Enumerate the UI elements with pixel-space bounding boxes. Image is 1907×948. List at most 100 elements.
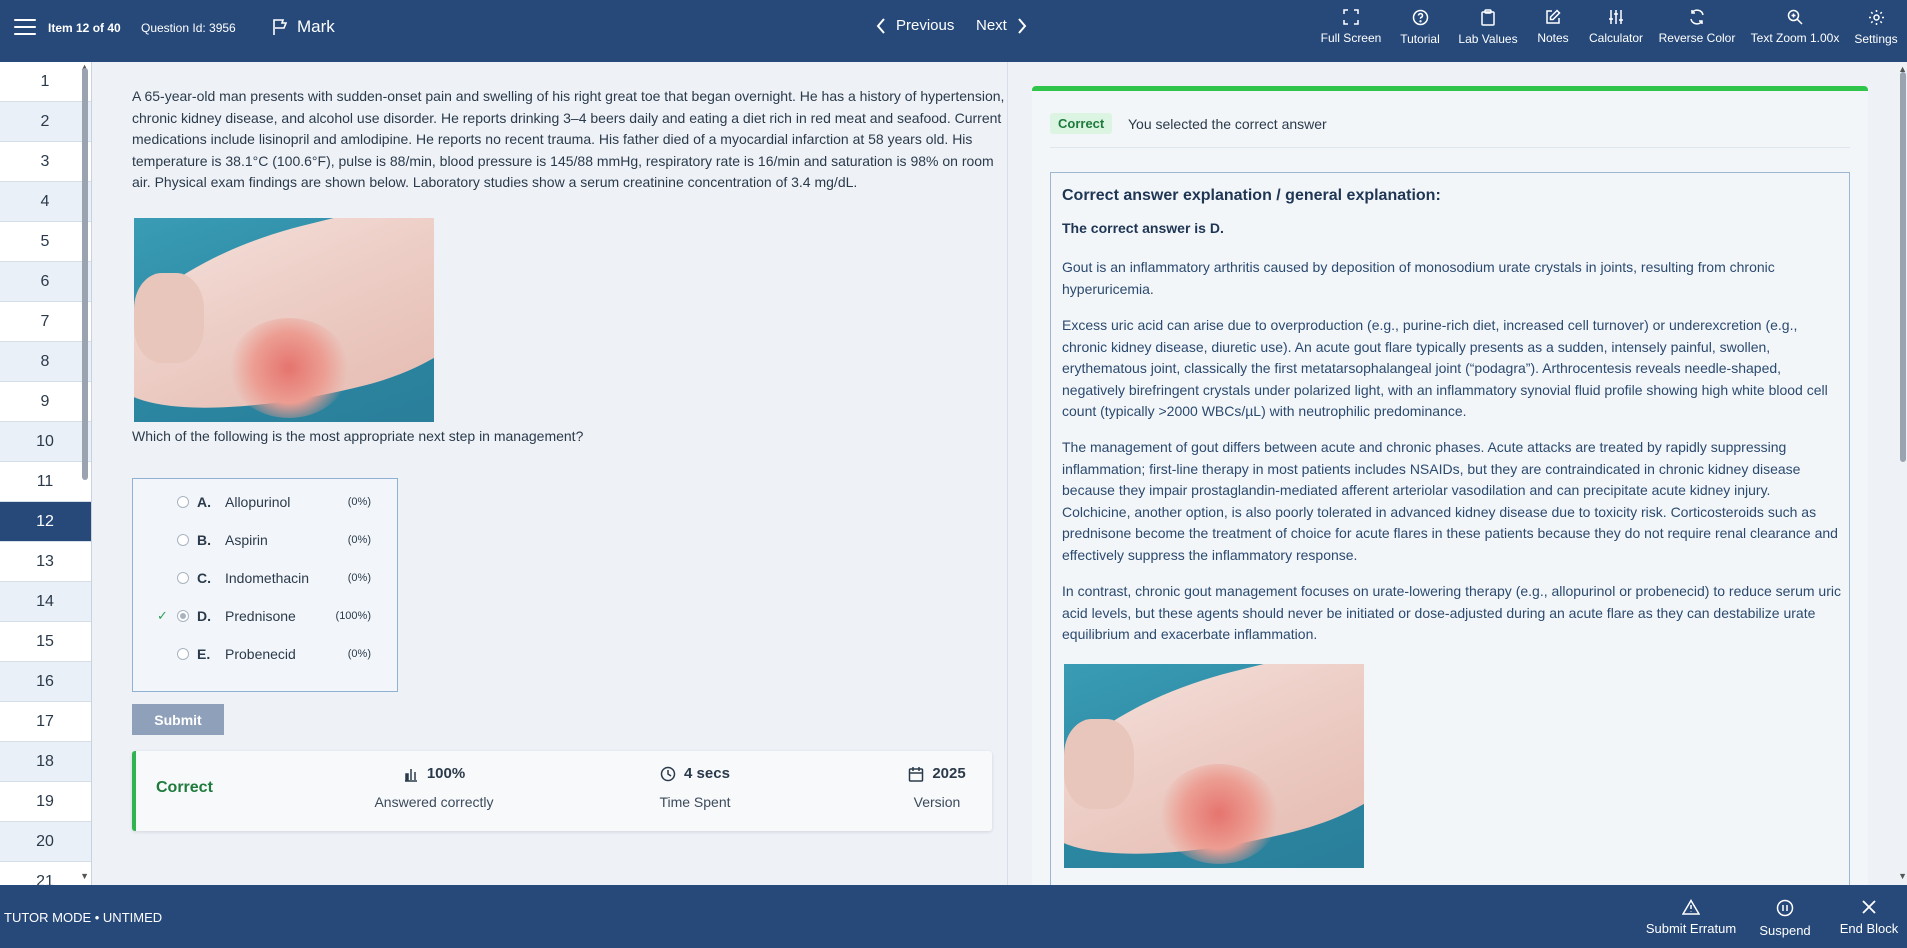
question-stem: A 65-year-old man presents with sudden-o… bbox=[132, 88, 1005, 190]
fullscreen-button[interactable]: Full Screen bbox=[1315, 0, 1387, 62]
reverse-color-button[interactable]: Reverse Color bbox=[1649, 0, 1745, 62]
tool-label: Text Zoom 1.00x bbox=[1750, 31, 1840, 45]
gear-icon bbox=[1868, 10, 1884, 25]
sidebar-item-question[interactable]: 12 bbox=[0, 502, 91, 542]
next-label: Next bbox=[976, 17, 1007, 34]
choice-letter: C. bbox=[197, 570, 211, 586]
question-navigator: 1 2 3 4 5 6 7 8 9 10 11 12 13 14 15 16 17 18 19 20 21 ▲ ▼ bbox=[0, 62, 92, 885]
correct-message: You selected the correct answer bbox=[1128, 116, 1327, 132]
correct-badge: Correct bbox=[1050, 113, 1113, 134]
choice-percentage: (0%) bbox=[347, 534, 371, 546]
sidebar-item-question[interactable]: 21 bbox=[0, 862, 91, 885]
sidebar-item-question[interactable]: 8 bbox=[0, 342, 91, 382]
submit-erratum-button[interactable]: Submit Erratum bbox=[1643, 885, 1739, 948]
submit-button[interactable]: Submit bbox=[132, 704, 224, 735]
sidebar-item-question[interactable]: 9 bbox=[0, 382, 91, 422]
explanation-card: Correct You selected the correct answer … bbox=[1032, 86, 1868, 885]
choice-letter: A. bbox=[197, 494, 211, 510]
text-zoom-button[interactable]: Text Zoom 1.00x bbox=[1745, 0, 1845, 62]
suspend-button[interactable]: Suspend bbox=[1739, 885, 1831, 948]
explanation-scrollbar[interactable] bbox=[1900, 72, 1906, 462]
next-button[interactable]: Next bbox=[976, 17, 1027, 34]
explanation-box: Correct answer explanation / general exp… bbox=[1050, 172, 1850, 885]
stat-value: 4 secs bbox=[684, 765, 730, 782]
answer-choice[interactable]: A. Allopurinol (0%) bbox=[133, 487, 399, 517]
stat-time-spent: 4 secs Time Spent bbox=[640, 765, 750, 810]
sidebar-item-question[interactable]: 13 bbox=[0, 542, 91, 582]
lab-values-button[interactable]: Lab Values bbox=[1453, 0, 1523, 62]
explanation-paragraph: The management of gout differs between a… bbox=[1062, 439, 1838, 563]
sidebar-item-question[interactable]: 19 bbox=[0, 782, 91, 822]
mark-button[interactable]: Mark bbox=[271, 17, 335, 37]
tool-label: Lab Values bbox=[1458, 32, 1518, 46]
tool-label: Full Screen bbox=[1320, 31, 1382, 45]
item-counter: Item 12 of 40 bbox=[48, 21, 121, 35]
sidebar-item-question[interactable]: 10 bbox=[0, 422, 91, 462]
sidebar-item-question[interactable]: 15 bbox=[0, 622, 91, 662]
zoom-in-icon bbox=[1787, 9, 1803, 25]
choice-text: Probenecid bbox=[225, 646, 296, 662]
tool-label: Reverse Color bbox=[1658, 31, 1736, 45]
sidebar-item-question[interactable]: 6 bbox=[0, 262, 91, 302]
sidebar-scrollbar[interactable] bbox=[82, 68, 88, 480]
clinical-photo-foot[interactable] bbox=[134, 218, 434, 422]
sidebar-item-question[interactable]: 14 bbox=[0, 582, 91, 622]
answer-choice[interactable]: C. Indomethacin (0%) bbox=[133, 563, 399, 593]
clipboard-icon bbox=[1481, 9, 1495, 26]
calendar-icon bbox=[909, 766, 924, 782]
end-block-button[interactable]: End Block bbox=[1831, 885, 1907, 948]
radio-button[interactable] bbox=[177, 610, 189, 622]
sidebar-item-question[interactable]: 2 bbox=[0, 102, 91, 142]
sidebar-item-question[interactable]: 11 bbox=[0, 462, 91, 502]
stat-label: Answered correctly bbox=[374, 794, 494, 810]
answer-choice[interactable]: E. Probenecid (0%) bbox=[133, 639, 399, 669]
answer-choice[interactable]: B. Aspirin (0%) bbox=[133, 525, 399, 555]
fullscreen-icon bbox=[1343, 9, 1359, 25]
tool-label: Calculator bbox=[1588, 31, 1644, 45]
sidebar-item-question[interactable]: 7 bbox=[0, 302, 91, 342]
notes-button[interactable]: Notes bbox=[1523, 0, 1583, 62]
sidebar-item-question[interactable]: 20 bbox=[0, 822, 91, 862]
stat-value: 2025 bbox=[932, 765, 966, 782]
explanation-photo-foot[interactable] bbox=[1064, 664, 1364, 868]
chevron-right-icon bbox=[1018, 17, 1027, 34]
check-icon: ✓ bbox=[157, 608, 168, 623]
action-label: Suspend bbox=[1759, 923, 1811, 938]
settings-button[interactable]: Settings bbox=[1845, 0, 1907, 62]
action-label: End Block bbox=[1839, 921, 1899, 936]
sidebar-item-question[interactable]: 17 bbox=[0, 702, 91, 742]
choice-percentage: (0%) bbox=[347, 648, 371, 660]
tool-group: Full Screen Tutorial Lab Values Notes Ca… bbox=[1315, 0, 1907, 62]
stat-label: Version bbox=[913, 794, 961, 810]
answer-choices: A. Allopurinol (0%) B. Aspirin (0%) C. Indometh… bbox=[132, 478, 398, 692]
sidebar-item-question[interactable]: 16 bbox=[0, 662, 91, 702]
choice-letter: E. bbox=[197, 646, 211, 662]
previous-button[interactable]: Previous bbox=[876, 17, 954, 34]
answer-choice[interactable]: ✓ D. Prednisone (100%) bbox=[133, 601, 399, 631]
divider bbox=[1050, 147, 1850, 148]
scroll-down-arrow-icon[interactable]: ▼ bbox=[80, 871, 89, 881]
question-list: 1 2 3 4 5 6 7 8 9 10 11 12 13 14 15 16 17 18 19 20 21 bbox=[0, 62, 91, 885]
radio-button[interactable] bbox=[177, 496, 189, 508]
radio-button[interactable] bbox=[177, 572, 189, 584]
choice-letter: B. bbox=[197, 532, 211, 548]
sliders-icon bbox=[1609, 10, 1623, 24]
calculator-button[interactable]: Calculator bbox=[1583, 0, 1649, 62]
tool-label: Notes bbox=[1537, 31, 1569, 45]
menu-icon[interactable] bbox=[14, 19, 36, 37]
stat-percent-correct: 100% Answered correctly bbox=[354, 765, 514, 810]
sidebar-item-question[interactable]: 1 bbox=[0, 62, 91, 102]
radio-button[interactable] bbox=[177, 648, 189, 660]
result-status: Correct bbox=[156, 779, 213, 796]
radio-button[interactable] bbox=[177, 534, 189, 546]
sidebar-item-question[interactable]: 18 bbox=[0, 742, 91, 782]
clock-icon bbox=[660, 766, 676, 781]
explanation-paragraph: Gout is an inflammatory arthritis caused… bbox=[1062, 259, 1775, 297]
sidebar-item-question[interactable]: 3 bbox=[0, 142, 91, 182]
sidebar-item-question[interactable]: 4 bbox=[0, 182, 91, 222]
scroll-down-arrow-icon[interactable]: ▼ bbox=[1898, 871, 1907, 881]
sidebar-item-question[interactable]: 5 bbox=[0, 222, 91, 262]
bottom-actions: Submit Erratum Suspend End Block bbox=[1643, 885, 1907, 948]
tutorial-button[interactable]: Tutorial bbox=[1387, 0, 1453, 62]
correct-answer-statement: The correct answer is D. bbox=[1062, 220, 1224, 236]
